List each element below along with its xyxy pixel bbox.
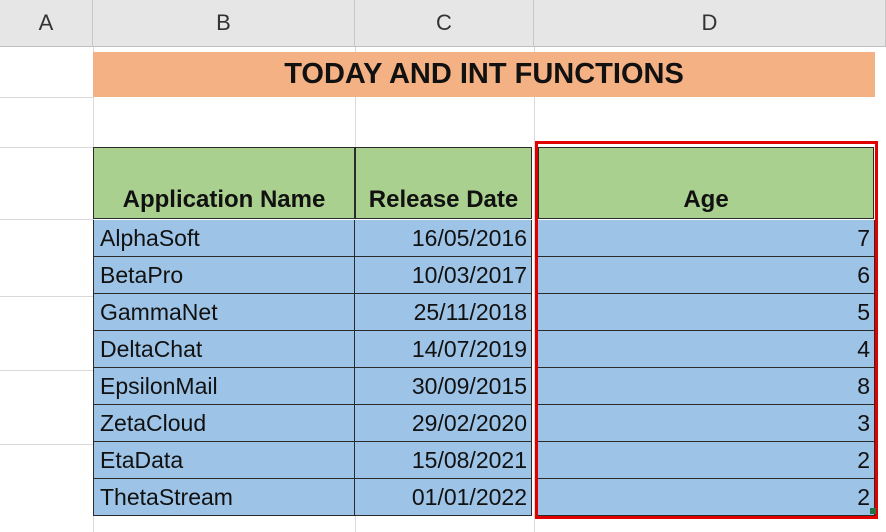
gridline: [534, 47, 535, 532]
cell-age[interactable]: 2: [538, 442, 875, 479]
cell-release-date[interactable]: 15/08/2021: [355, 442, 532, 479]
cell-age[interactable]: 8: [538, 368, 875, 405]
cell-application-name[interactable]: EpsilonMail: [93, 368, 355, 405]
column-header-b[interactable]: B: [93, 0, 355, 47]
cell-age[interactable]: 7: [538, 220, 875, 257]
gridline: [0, 147, 93, 148]
header-age[interactable]: Age: [538, 147, 874, 219]
cell-application-name[interactable]: DeltaChat: [93, 331, 355, 368]
cell-release-date[interactable]: 01/01/2022: [355, 479, 532, 516]
gridline: [0, 444, 93, 445]
cell-release-date[interactable]: 25/11/2018: [355, 294, 532, 331]
column-header-d[interactable]: D: [534, 0, 886, 47]
cell-application-name[interactable]: EtaData: [93, 442, 355, 479]
gridline: [0, 219, 93, 220]
column-header-c[interactable]: C: [355, 0, 534, 47]
cell-age[interactable]: 4: [538, 331, 875, 368]
fill-handle[interactable]: [870, 508, 876, 514]
header-release-date[interactable]: Release Date: [355, 147, 532, 219]
column-header-a[interactable]: A: [0, 0, 93, 47]
gridline: [0, 296, 93, 297]
cell-age[interactable]: 6: [538, 257, 875, 294]
cell-age[interactable]: 5: [538, 294, 875, 331]
cell-application-name[interactable]: BetaPro: [93, 257, 355, 294]
cell-application-name[interactable]: GammaNet: [93, 294, 355, 331]
cell-application-name[interactable]: AlphaSoft: [93, 220, 355, 257]
cell-age[interactable]: 2: [538, 479, 875, 516]
cell-age[interactable]: 3: [538, 405, 875, 442]
cell-release-date[interactable]: 30/09/2015: [355, 368, 532, 405]
cell-release-date[interactable]: 16/05/2016: [355, 220, 532, 257]
sheet-title[interactable]: TODAY AND INT FUNCTIONS: [93, 52, 875, 97]
gridline: [0, 97, 93, 98]
cell-release-date[interactable]: 10/03/2017: [355, 257, 532, 294]
header-application-name[interactable]: Application Name: [93, 147, 355, 219]
cell-release-date[interactable]: 14/07/2019: [355, 331, 532, 368]
cell-application-name[interactable]: ThetaStream: [93, 479, 355, 516]
cell-release-date[interactable]: 29/02/2020: [355, 405, 532, 442]
gridline: [0, 370, 93, 371]
cell-application-name[interactable]: ZetaCloud: [93, 405, 355, 442]
